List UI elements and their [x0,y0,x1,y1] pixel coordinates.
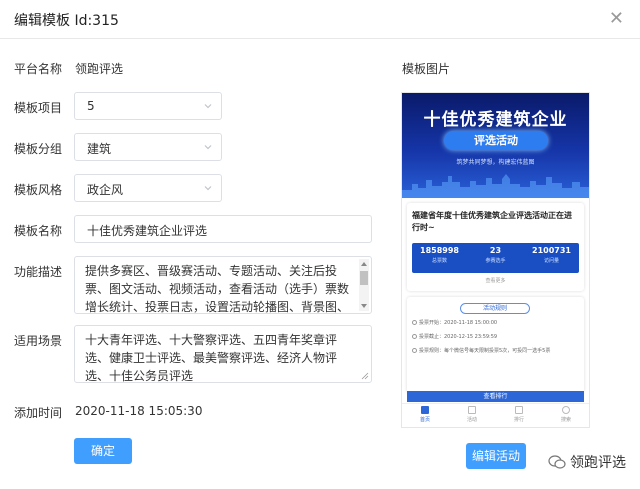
home-icon [421,406,429,414]
scene-textarea-value: 十大青年评选、十大警察评选、五四青年奖章评选、健康卫士评选、最美警察评选、经济人… [85,333,338,383]
info-icon [412,348,417,353]
platform-label: 平台名称 [14,62,63,76]
scroll-thumb[interactable] [360,271,368,285]
chevron-down-icon [204,104,212,109]
resize-grip-icon[interactable] [361,372,369,380]
stats-panel: 1858998 总票数 23 参赛选手 2100731 访问量 [412,243,579,273]
added-label: 添加时间 [14,406,63,420]
preview-tabbar: 首页 活动 排行 搜索 [402,403,589,427]
skyline-illustration [402,174,589,198]
stat-number: 1858998 [420,246,459,255]
style-label: 模板风格 [14,183,63,197]
item-select[interactable]: 5 [74,92,222,120]
desc-textarea[interactable]: 提供多赛区、晋级赛活动、专题活动、关注后投票、图文活动、视频活动，查看活动（选手… [74,256,372,314]
dialog-title: 编辑模板 Id:315 [14,13,119,29]
header-divider [0,38,640,39]
banner-slogan: 筑梦共同梦想，构建宏伟蓝图 [456,159,535,166]
added-value: 2020-11-18 15:05:30 [75,404,203,418]
stat-caption: 访问量 [543,258,559,264]
chart-icon [515,406,523,414]
preview-tab-search: 搜索 [543,406,589,423]
platform-value: 领跑评选 [75,62,124,76]
rule-text: 投票截止：2020-12-15 23:59:59 [419,334,498,340]
desc-scrollbar[interactable] [359,259,369,311]
item-select-value: 5 [87,99,95,113]
preview-banner: 十佳优秀建筑企业 评选活动 筑梦共同梦想，构建宏伟蓝图 [402,93,589,198]
close-icon[interactable]: ✕ [609,8,624,29]
stat-number: 2100731 [532,246,571,255]
scene-label: 适用场景 [14,334,63,348]
view-more-link: 查看更多 [485,278,506,284]
watermark: 领跑评选 [548,452,626,472]
edit-activity-button[interactable]: 编辑活动 [466,443,526,469]
desc-textarea-value: 提供多赛区、晋级赛活动、专题活动、关注后投票、图文活动、视频活动，查看活动（选手… [85,264,350,314]
scene-textarea[interactable]: 十大青年评选、十大警察评选、五四青年奖章评选、健康卫士评选、最美警察评选、经济人… [74,325,372,383]
group-select[interactable]: 建筑 [74,133,222,161]
style-select[interactable]: 政企风 [74,174,222,202]
stat-total-votes: 1858998 总票数 [412,246,467,264]
preview-tab-home: 首页 [402,406,448,423]
rules-title: 活动规则 [460,303,530,314]
stat-visits: 2100731 访问量 [524,246,579,264]
calendar-icon [468,406,476,414]
activity-card-title: 福建省年度十佳优秀建筑企业评选活动正在进行时~ [412,211,572,232]
item-label: 模板项目 [14,101,63,115]
stat-caption: 参赛选手 [485,258,506,264]
preview-label: 模板图片 [402,62,451,76]
stat-contestants: 23 参赛选手 [468,246,523,264]
wechat-logo-icon [548,455,566,469]
rule-item: 投票截止：2020-12-15 23:59:59 [412,333,579,341]
rule-item: 投票开始：2020-11-18 15:00:00 [412,319,579,327]
preview-tab-activity: 活动 [449,406,495,423]
preview-tab-rank: 排行 [496,406,542,423]
scroll-up-icon[interactable] [361,262,367,266]
rule-text: 投票开始：2020-11-18 15:00:00 [419,320,498,326]
tab-label: 首页 [419,417,430,423]
banner-title: 十佳优秀建筑企业 [423,110,568,130]
name-label: 模板名称 [14,224,63,238]
stat-number: 23 [489,246,502,255]
chevron-down-icon [204,145,212,150]
group-select-value: 建筑 [87,142,112,156]
chevron-down-icon [204,186,212,191]
group-label: 模板分组 [14,142,63,156]
tab-label: 排行 [513,417,524,423]
confirm-button[interactable]: 确定 [74,438,132,464]
clock-icon [412,334,417,339]
rules-card: 活动规则 投票开始：2020-11-18 15:00:00 投票截止：2020-… [407,297,584,393]
rule-item: 投票规则：每个微信号每天限制投票5次，可投同一选手5票 [412,347,579,355]
desc-label: 功能描述 [14,265,63,279]
clock-icon [412,320,417,325]
watermark-text: 领跑评选 [570,455,626,471]
name-input-value: 十佳优秀建筑企业评选 [87,224,208,238]
scroll-down-icon[interactable] [361,304,367,308]
name-input[interactable]: 十佳优秀建筑企业评选 [74,215,372,243]
rule-text: 投票规则：每个微信号每天限制投票5次，可投同一选手5票 [419,348,551,354]
style-select-value: 政企风 [87,183,124,197]
activity-card: 福建省年度十佳优秀建筑企业评选活动正在进行时~ 1858998 总票数 23 参… [407,203,584,291]
search-icon [562,406,570,414]
tab-label: 活动 [466,417,477,423]
stat-caption: 总票数 [431,258,447,264]
banner-subtitle: 评选活动 [444,131,548,150]
template-preview-image: 十佳优秀建筑企业 评选活动 筑梦共同梦想，构建宏伟蓝图 福建省年度十佳优秀建筑企… [402,93,589,427]
tab-label: 搜索 [560,417,571,423]
view-rank-bar: 查看排行 [407,391,584,402]
